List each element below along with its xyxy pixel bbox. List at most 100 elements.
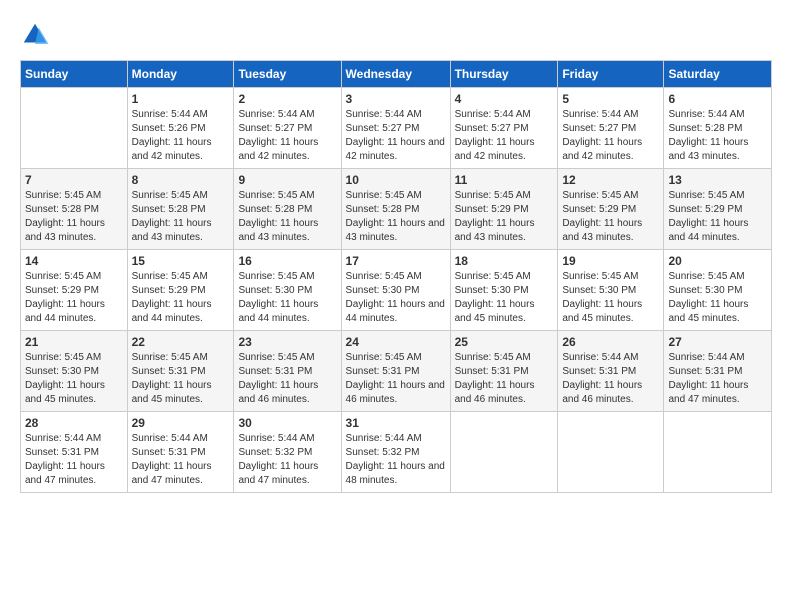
- cell-info: Sunrise: 5:44 AM Sunset: 5:31 PM Dayligh…: [668, 351, 767, 407]
- calendar-day-header: Thursday: [450, 61, 558, 88]
- calendar-cell: 14 Sunrise: 5:45 AM Sunset: 5:29 PM Dayli…: [21, 250, 128, 331]
- calendar-cell: 29 Sunrise: 5:44 AM Sunset: 5:31 PM Dayli…: [127, 412, 234, 493]
- day-number: 23: [238, 335, 336, 349]
- day-number: 11: [455, 173, 554, 187]
- cell-info: Sunrise: 5:45 AM Sunset: 5:30 PM Dayligh…: [25, 351, 123, 407]
- day-number: 1: [132, 92, 230, 106]
- day-number: 17: [346, 254, 446, 268]
- calendar-day-header: Friday: [558, 61, 664, 88]
- cell-info: Sunrise: 5:44 AM Sunset: 5:32 PM Dayligh…: [346, 432, 446, 488]
- logo-icon: [20, 20, 50, 50]
- cell-info: Sunrise: 5:45 AM Sunset: 5:29 PM Dayligh…: [668, 189, 767, 245]
- calendar-cell: 16 Sunrise: 5:45 AM Sunset: 5:30 PM Dayli…: [234, 250, 341, 331]
- day-number: 2: [238, 92, 336, 106]
- calendar-week-row: 14 Sunrise: 5:45 AM Sunset: 5:29 PM Dayli…: [21, 250, 772, 331]
- cell-info: Sunrise: 5:45 AM Sunset: 5:31 PM Dayligh…: [346, 351, 446, 407]
- calendar-cell: [664, 412, 772, 493]
- calendar-day-header: Saturday: [664, 61, 772, 88]
- calendar-cell: 19 Sunrise: 5:45 AM Sunset: 5:30 PM Dayli…: [558, 250, 664, 331]
- calendar-header-row: SundayMondayTuesdayWednesdayThursdayFrid…: [21, 61, 772, 88]
- cell-info: Sunrise: 5:44 AM Sunset: 5:31 PM Dayligh…: [562, 351, 659, 407]
- calendar-day-header: Tuesday: [234, 61, 341, 88]
- day-number: 28: [25, 416, 123, 430]
- calendar-week-row: 28 Sunrise: 5:44 AM Sunset: 5:31 PM Dayli…: [21, 412, 772, 493]
- calendar-cell: 20 Sunrise: 5:45 AM Sunset: 5:30 PM Dayli…: [664, 250, 772, 331]
- cell-info: Sunrise: 5:45 AM Sunset: 5:28 PM Dayligh…: [346, 189, 446, 245]
- calendar-table: SundayMondayTuesdayWednesdayThursdayFrid…: [20, 60, 772, 493]
- cell-info: Sunrise: 5:45 AM Sunset: 5:28 PM Dayligh…: [25, 189, 123, 245]
- cell-info: Sunrise: 5:44 AM Sunset: 5:27 PM Dayligh…: [562, 108, 659, 164]
- calendar-week-row: 1Sunrise: 5:44 AM Sunset: 5:26 PM Daylig…: [21, 88, 772, 169]
- page-header: [20, 20, 772, 50]
- cell-info: Sunrise: 5:45 AM Sunset: 5:30 PM Dayligh…: [562, 270, 659, 326]
- calendar-cell: 28Sunrise: 5:44 AM Sunset: 5:31 PM Dayli…: [21, 412, 128, 493]
- day-number: 31: [346, 416, 446, 430]
- day-number: 20: [668, 254, 767, 268]
- calendar-cell: 3Sunrise: 5:44 AM Sunset: 5:27 PM Daylig…: [341, 88, 450, 169]
- calendar-day-header: Monday: [127, 61, 234, 88]
- cell-info: Sunrise: 5:44 AM Sunset: 5:31 PM Dayligh…: [132, 432, 230, 488]
- calendar-cell: 11Sunrise: 5:45 AM Sunset: 5:29 PM Dayli…: [450, 169, 558, 250]
- day-number: 8: [132, 173, 230, 187]
- cell-info: Sunrise: 5:45 AM Sunset: 5:30 PM Dayligh…: [238, 270, 336, 326]
- calendar-cell: 17 Sunrise: 5:45 AM Sunset: 5:30 PM Dayli…: [341, 250, 450, 331]
- day-number: 26: [562, 335, 659, 349]
- calendar-cell: 22 Sunrise: 5:45 AM Sunset: 5:31 PM Dayli…: [127, 331, 234, 412]
- logo: [20, 20, 54, 50]
- calendar-day-header: Wednesday: [341, 61, 450, 88]
- cell-info: Sunrise: 5:45 AM Sunset: 5:30 PM Dayligh…: [455, 270, 554, 326]
- calendar-cell: 2Sunrise: 5:44 AM Sunset: 5:27 PM Daylig…: [234, 88, 341, 169]
- calendar-week-row: 21 Sunrise: 5:45 AM Sunset: 5:30 PM Dayli…: [21, 331, 772, 412]
- day-number: 6: [668, 92, 767, 106]
- cell-info: Sunrise: 5:45 AM Sunset: 5:31 PM Dayligh…: [455, 351, 554, 407]
- cell-info: Sunrise: 5:45 AM Sunset: 5:28 PM Dayligh…: [132, 189, 230, 245]
- cell-info: Sunrise: 5:45 AM Sunset: 5:29 PM Dayligh…: [132, 270, 230, 326]
- calendar-cell: [21, 88, 128, 169]
- calendar-cell: 12 Sunrise: 5:45 AM Sunset: 5:29 PM Dayli…: [558, 169, 664, 250]
- calendar-cell: 23 Sunrise: 5:45 AM Sunset: 5:31 PM Dayli…: [234, 331, 341, 412]
- cell-info: Sunrise: 5:44 AM Sunset: 5:27 PM Dayligh…: [346, 108, 446, 164]
- calendar-cell: 24 Sunrise: 5:45 AM Sunset: 5:31 PM Dayli…: [341, 331, 450, 412]
- calendar-cell: [450, 412, 558, 493]
- calendar-cell: 9 Sunrise: 5:45 AM Sunset: 5:28 PM Daylig…: [234, 169, 341, 250]
- cell-info: Sunrise: 5:45 AM Sunset: 5:31 PM Dayligh…: [132, 351, 230, 407]
- cell-info: Sunrise: 5:45 AM Sunset: 5:29 PM Dayligh…: [562, 189, 659, 245]
- day-number: 16: [238, 254, 336, 268]
- day-number: 25: [455, 335, 554, 349]
- calendar-cell: 31 Sunrise: 5:44 AM Sunset: 5:32 PM Dayli…: [341, 412, 450, 493]
- calendar-cell: 1Sunrise: 5:44 AM Sunset: 5:26 PM Daylig…: [127, 88, 234, 169]
- day-number: 13: [668, 173, 767, 187]
- day-number: 29: [132, 416, 230, 430]
- calendar-cell: 8 Sunrise: 5:45 AM Sunset: 5:28 PM Daylig…: [127, 169, 234, 250]
- cell-info: Sunrise: 5:45 AM Sunset: 5:30 PM Dayligh…: [346, 270, 446, 326]
- cell-info: Sunrise: 5:45 AM Sunset: 5:28 PM Dayligh…: [238, 189, 336, 245]
- calendar-cell: 10Sunrise: 5:45 AM Sunset: 5:28 PM Dayli…: [341, 169, 450, 250]
- day-number: 22: [132, 335, 230, 349]
- calendar-week-row: 7 Sunrise: 5:45 AM Sunset: 5:28 PM Daylig…: [21, 169, 772, 250]
- cell-info: Sunrise: 5:45 AM Sunset: 5:30 PM Dayligh…: [668, 270, 767, 326]
- calendar-cell: [558, 412, 664, 493]
- day-number: 24: [346, 335, 446, 349]
- calendar-cell: 26 Sunrise: 5:44 AM Sunset: 5:31 PM Dayli…: [558, 331, 664, 412]
- day-number: 18: [455, 254, 554, 268]
- day-number: 30: [238, 416, 336, 430]
- cell-info: Sunrise: 5:45 AM Sunset: 5:29 PM Dayligh…: [25, 270, 123, 326]
- day-number: 9: [238, 173, 336, 187]
- cell-info: Sunrise: 5:44 AM Sunset: 5:27 PM Dayligh…: [455, 108, 554, 164]
- day-number: 19: [562, 254, 659, 268]
- calendar-cell: 18 Sunrise: 5:45 AM Sunset: 5:30 PM Dayli…: [450, 250, 558, 331]
- day-number: 27: [668, 335, 767, 349]
- calendar-cell: 4Sunrise: 5:44 AM Sunset: 5:27 PM Daylig…: [450, 88, 558, 169]
- day-number: 14: [25, 254, 123, 268]
- day-number: 21: [25, 335, 123, 349]
- day-number: 12: [562, 173, 659, 187]
- cell-info: Sunrise: 5:44 AM Sunset: 5:32 PM Dayligh…: [238, 432, 336, 488]
- calendar-cell: 27 Sunrise: 5:44 AM Sunset: 5:31 PM Dayli…: [664, 331, 772, 412]
- cell-info: Sunrise: 5:45 AM Sunset: 5:31 PM Dayligh…: [238, 351, 336, 407]
- cell-info: Sunrise: 5:44 AM Sunset: 5:28 PM Dayligh…: [668, 108, 767, 164]
- day-number: 7: [25, 173, 123, 187]
- calendar-cell: 5Sunrise: 5:44 AM Sunset: 5:27 PM Daylig…: [558, 88, 664, 169]
- calendar-cell: 30 Sunrise: 5:44 AM Sunset: 5:32 PM Dayli…: [234, 412, 341, 493]
- calendar-cell: 6 Sunrise: 5:44 AM Sunset: 5:28 PM Daylig…: [664, 88, 772, 169]
- day-number: 15: [132, 254, 230, 268]
